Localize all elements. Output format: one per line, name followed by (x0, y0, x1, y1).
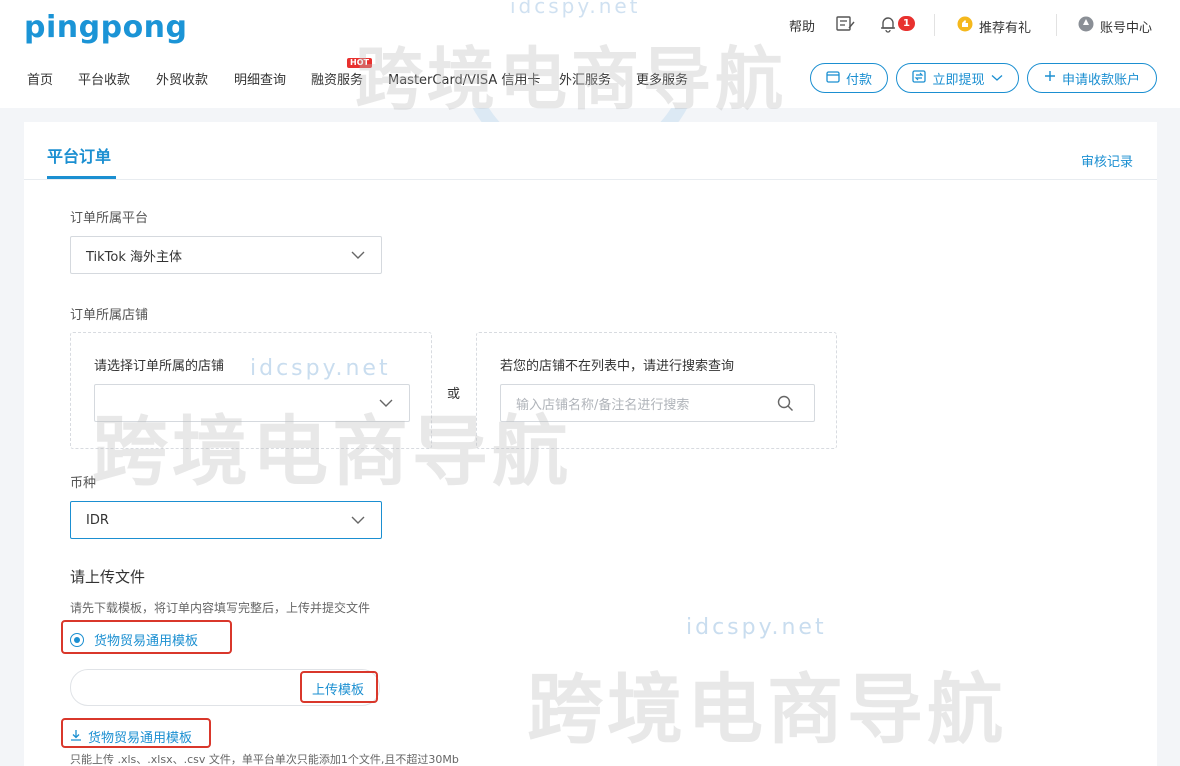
referral-label: 推荐有礼 (979, 20, 1032, 36)
tab-platform-orders[interactable]: 平台订单 (47, 143, 111, 167)
upload-hint: 请先下载模板，将订单内容填写完整后，上传并提交文件 (70, 601, 371, 615)
store-label: 订单所属店铺 (70, 308, 149, 323)
search-icon[interactable] (777, 395, 794, 416)
help-link[interactable]: 帮助 (789, 16, 815, 35)
plus-icon (1044, 70, 1056, 86)
account-icon (1078, 16, 1094, 36)
chevron-down-icon (351, 512, 365, 532)
nav-credit-card[interactable]: MasterCard/VISA 信用卡 (388, 69, 540, 88)
withdraw-button[interactable]: 立即提现 (896, 63, 1019, 93)
apply-account-button[interactable]: 申请收款账户 (1027, 63, 1157, 93)
nav-home[interactable]: 首页 (27, 69, 53, 88)
currency-value: IDR (86, 512, 109, 528)
currency-label: 币种 (70, 476, 97, 491)
withdraw-icon (912, 69, 927, 87)
wallet-icon (826, 70, 840, 87)
store-search-input[interactable]: 输入店铺名称/备注名进行搜索 (500, 384, 815, 422)
store-search-placeholder: 输入店铺名称/备注名进行搜索 (516, 397, 690, 413)
platform-select[interactable]: TikTok 海外主体 (70, 236, 382, 274)
help-label: 帮助 (789, 20, 816, 35)
nav-more-services[interactable]: 更多服务 (636, 69, 688, 88)
audit-records-link[interactable]: 审核记录 (1081, 151, 1133, 170)
nav-financing[interactable]: 融资服务 (311, 69, 363, 88)
notification-badge: 1 (898, 16, 915, 31)
pingpong-logo[interactable]: pingpong (24, 10, 188, 45)
platform-value: TikTok 海外主体 (86, 249, 183, 265)
bell-icon[interactable] (880, 15, 896, 33)
chevron-down-icon (991, 71, 1003, 86)
nav-platform-receipts[interactable]: 平台收款 (78, 69, 130, 88)
tab-divider (24, 179, 1157, 180)
nav-fx-service[interactable]: 外汇服务 (559, 69, 611, 88)
apply-account-label: 申请收款账户 (1061, 72, 1140, 88)
highlight-box (61, 620, 232, 654)
withdraw-label: 立即提现 (932, 72, 985, 88)
hot-badge: HOT (347, 58, 372, 68)
chevron-down-icon (379, 395, 393, 415)
currency-select[interactable]: IDR (70, 501, 382, 539)
highlight-box (61, 718, 211, 748)
nav-details-query[interactable]: 明细查询 (234, 69, 286, 88)
referral-link[interactable]: 推荐有礼 (957, 16, 1031, 36)
thumbs-up-icon (957, 16, 973, 36)
account-center-link[interactable]: 账号中心 (1078, 16, 1152, 36)
store-select-title: 请选择订单所属的店铺 (94, 359, 225, 374)
message-icon[interactable] (836, 16, 856, 32)
highlight-box (300, 671, 378, 703)
upload-footnote: 只能上传 .xls、.xlsx、.csv 文件，单平台单次只能添加1个文件,且不… (70, 753, 459, 766)
pay-button[interactable]: 付款 (810, 63, 888, 93)
platform-label: 订单所属平台 (70, 211, 149, 226)
nav-trade-receipts[interactable]: 外贸收款 (156, 69, 208, 88)
store-select[interactable] (94, 384, 410, 422)
upload-section-title: 请上传文件 (70, 568, 146, 586)
pay-label: 付款 (845, 72, 872, 88)
store-search-title: 若您的店铺不在列表中，请进行搜索查询 (500, 359, 735, 374)
divider (934, 14, 935, 36)
or-separator: 或 (447, 387, 461, 402)
account-label: 账号中心 (1100, 20, 1153, 36)
chevron-down-icon (351, 247, 365, 267)
divider (1056, 14, 1057, 36)
